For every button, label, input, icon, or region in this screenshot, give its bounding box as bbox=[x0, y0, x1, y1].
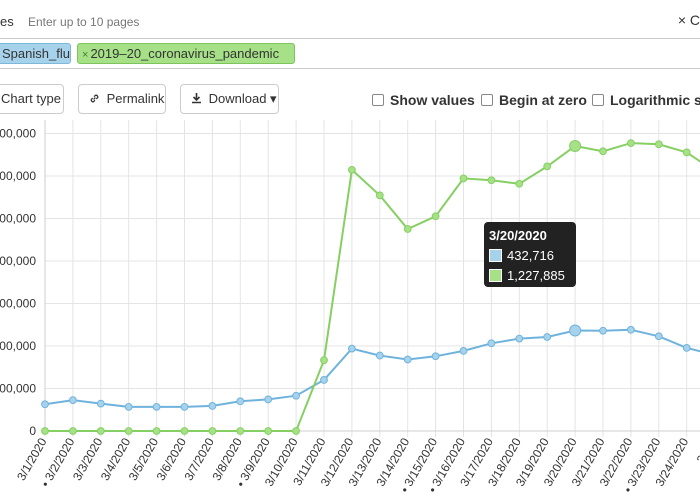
clear-button[interactable]: × C bbox=[678, 12, 700, 28]
y-tick-label: 300,000 bbox=[0, 297, 36, 311]
series-1-line bbox=[44, 328, 700, 408]
logarithmic-scale-checkbox[interactable]: Logarithmic sc bbox=[592, 92, 700, 108]
checkbox-box[interactable] bbox=[372, 94, 384, 106]
pageviews-chart[interactable]: 0 100,000 200,000 300,000 400,000 500,000 600,… bbox=[0, 120, 700, 500]
pages-label: es bbox=[0, 14, 14, 29]
series-2-point bbox=[292, 427, 301, 435]
series-2-point bbox=[124, 427, 133, 435]
series-2-point bbox=[236, 427, 245, 435]
series-2-line bbox=[45, 142, 700, 432]
series-1-point bbox=[320, 376, 328, 384]
tag-coronavirus-pandemic[interactable]: × 2019–20_coronavirus_pandemic bbox=[77, 43, 295, 64]
series-1-point bbox=[543, 333, 552, 341]
logarithmic-label: Logarithmic sc bbox=[610, 92, 700, 108]
series-1-point bbox=[41, 400, 49, 409]
download-label: Download ▾ bbox=[208, 91, 277, 106]
series-2-swatch bbox=[489, 269, 502, 282]
series-2-point bbox=[682, 148, 691, 157]
chart-type-button[interactable]: Chart type bbox=[0, 84, 64, 114]
series-1-point bbox=[459, 347, 468, 355]
series-2-point bbox=[403, 225, 412, 233]
series-2-point bbox=[654, 140, 663, 149]
y-tick-label: 100,000 bbox=[0, 382, 36, 396]
series-1-point bbox=[348, 344, 356, 353]
series-2-point bbox=[375, 191, 384, 200]
series-1-swatch bbox=[489, 249, 502, 262]
series-1-point bbox=[487, 339, 496, 348]
tag-label: 2019–20_coronavirus_pandemic bbox=[90, 46, 280, 61]
y-tick-label: 200,000 bbox=[0, 339, 36, 353]
series-2-point bbox=[459, 174, 468, 183]
series-2-point bbox=[208, 427, 217, 435]
series-1-point bbox=[208, 402, 217, 410]
link-icon bbox=[89, 91, 107, 106]
y-tick-label: 0 bbox=[29, 424, 36, 438]
series-1-point bbox=[431, 352, 440, 361]
page-tags-bar[interactable]: Spanish_flu × 2019–20_coronavirus_pandemi… bbox=[0, 38, 700, 69]
series-1-point bbox=[654, 332, 663, 341]
series-2-point bbox=[431, 212, 440, 221]
tooltip-row-2: 1,227,885 bbox=[489, 267, 571, 287]
series-1-point bbox=[152, 402, 161, 411]
series-2-point bbox=[69, 427, 77, 435]
checkbox-box[interactable] bbox=[592, 94, 604, 106]
download-button[interactable]: Download ▾ bbox=[180, 84, 279, 114]
series-2-point bbox=[627, 139, 635, 148]
show-values-label: Show values bbox=[390, 92, 475, 108]
permalink-button[interactable]: Permalink bbox=[78, 84, 166, 114]
series-2-point bbox=[320, 356, 328, 365]
series-1-point bbox=[69, 396, 77, 405]
chart-type-label: Chart type bbox=[1, 91, 61, 106]
series-2-point bbox=[599, 147, 607, 156]
series-1-point bbox=[627, 325, 635, 334]
show-values-checkbox[interactable]: Show values bbox=[372, 92, 475, 108]
series-1-point bbox=[292, 391, 301, 400]
series-2-point bbox=[348, 165, 356, 174]
y-tick-label: 700,000 bbox=[0, 127, 36, 141]
pages-input[interactable]: Enter up to 10 pages bbox=[28, 15, 139, 29]
series-1-point bbox=[96, 399, 105, 408]
permalink-label: Permalink bbox=[106, 91, 165, 106]
y-tick-label: 600,000 bbox=[0, 169, 36, 183]
checkbox-box[interactable] bbox=[481, 94, 493, 106]
series-2-point bbox=[180, 427, 189, 435]
series-1-point bbox=[264, 395, 273, 404]
series-1-point bbox=[124, 402, 133, 411]
series-2-point bbox=[487, 176, 496, 185]
series-1-point bbox=[515, 334, 524, 343]
series-1-point bbox=[236, 397, 245, 406]
y-tick-label: 400,000 bbox=[0, 254, 36, 268]
top-bar: es Enter up to 10 pages × C bbox=[0, 0, 700, 38]
series-2-point bbox=[41, 427, 49, 435]
series-2-point bbox=[152, 427, 161, 435]
remove-tag-icon[interactable]: × bbox=[82, 49, 88, 61]
tooltip-date: 3/20/2020 bbox=[489, 228, 547, 243]
begin-at-zero-label: Begin at zero bbox=[499, 92, 587, 108]
chart-tooltip: 3/20/2020 432,716 1,227,885 bbox=[484, 222, 576, 287]
tooltip-row-1: 432,716 bbox=[489, 247, 571, 267]
download-icon bbox=[191, 91, 209, 106]
y-tick-label: 500,000 bbox=[0, 212, 36, 226]
x-tick-label: 3/25/ bbox=[694, 435, 700, 466]
series-1-point bbox=[599, 326, 607, 335]
series-1-point bbox=[403, 355, 412, 364]
tag-spanish-flu[interactable]: Spanish_flu bbox=[0, 43, 71, 64]
series-1-point bbox=[375, 351, 384, 360]
tooltip-value-1: 432,716 bbox=[507, 248, 554, 263]
series-2-point bbox=[543, 162, 552, 171]
tag-label: Spanish_flu bbox=[2, 46, 70, 61]
begin-at-zero-checkbox[interactable]: Begin at zero bbox=[481, 92, 587, 108]
series-2-point bbox=[264, 427, 273, 435]
series-1-point bbox=[682, 343, 691, 352]
tooltip-value-2: 1,227,885 bbox=[507, 268, 565, 283]
series-2-point bbox=[96, 427, 105, 435]
series-1-point bbox=[569, 324, 582, 337]
series-2-point bbox=[569, 139, 582, 152]
series-2-point bbox=[515, 179, 524, 188]
series-1-point bbox=[180, 402, 189, 411]
